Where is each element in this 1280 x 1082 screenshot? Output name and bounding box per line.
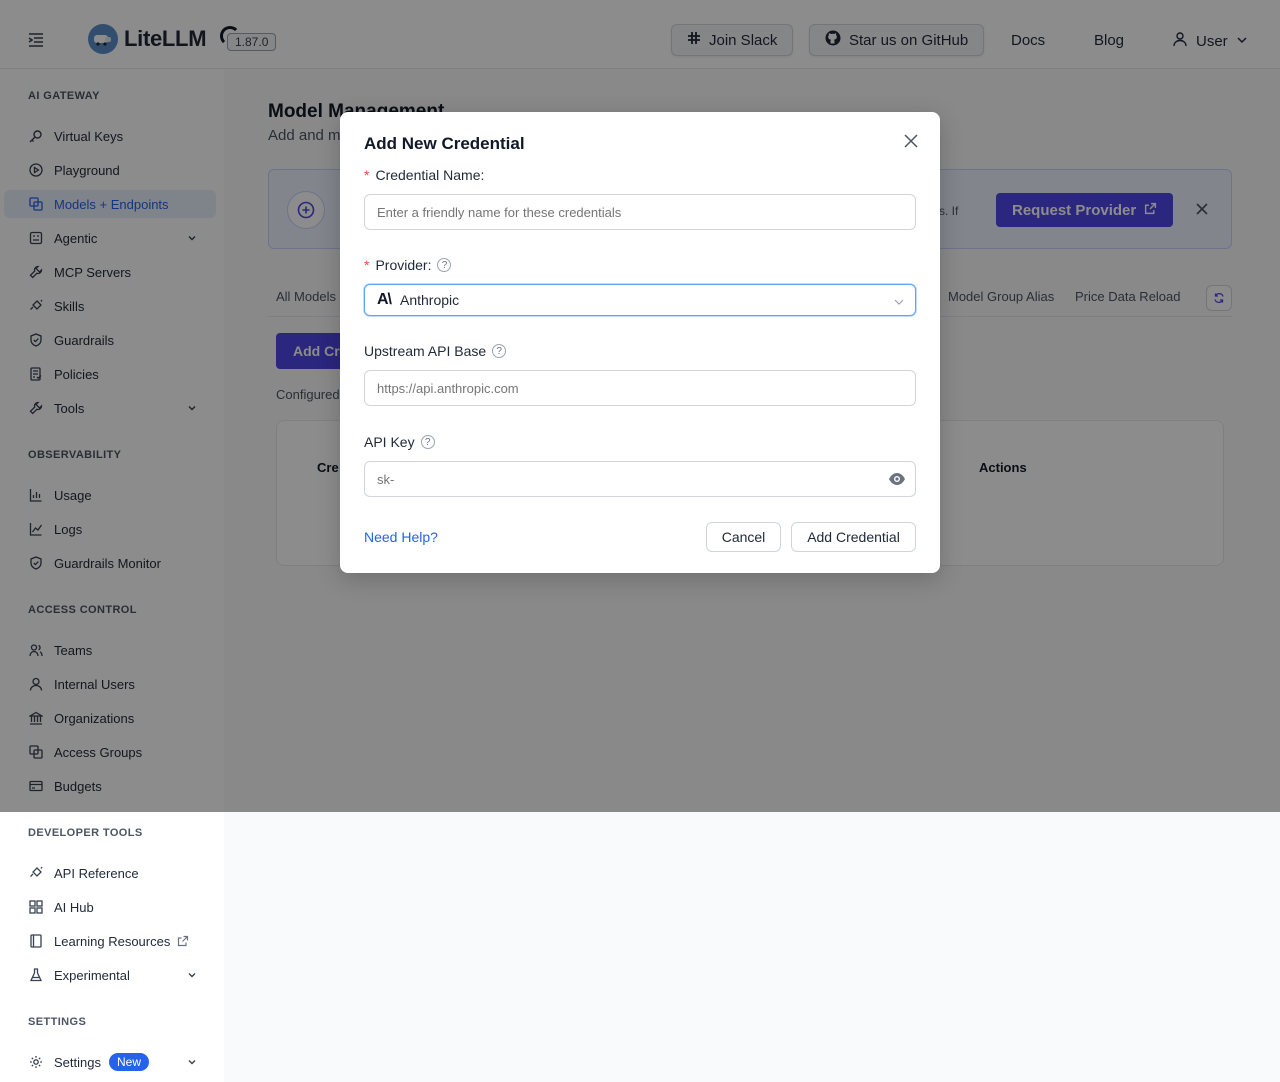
sidebar-item-label: Settings <box>54 1054 101 1070</box>
grid-icon <box>28 899 44 915</box>
sidebar-item-label: Experimental <box>54 967 130 983</box>
provider-label-text: Provider: <box>375 257 432 273</box>
api-base-label-text: Upstream API Base <box>364 343 487 359</box>
close-icon[interactable] <box>902 132 920 150</box>
required-marker: * <box>364 167 370 183</box>
credential-name-input[interactable] <box>364 194 916 230</box>
chevron-down-icon <box>893 295 905 307</box>
api-base-input[interactable] <box>364 370 916 406</box>
add-credential-modal: Add New Credential * Credential Name: * … <box>340 112 940 573</box>
add-credential-submit-button[interactable]: Add Credential <box>791 522 916 552</box>
sidebar-item-settings[interactable]: Settings New <box>4 1048 216 1076</box>
eye-icon[interactable] <box>888 470 906 488</box>
flask-icon <box>28 967 44 983</box>
sidebar-item-label: API Reference <box>54 865 139 881</box>
sidebar-item-ai-hub[interactable]: AI Hub <box>4 893 216 921</box>
provider-select[interactable]: A\ Anthropic <box>364 284 916 316</box>
provider-selected-value: Anthropic <box>400 292 460 308</box>
external-link-icon <box>177 935 189 947</box>
cancel-button[interactable]: Cancel <box>706 522 781 552</box>
sidebar-item-learning-resources[interactable]: Learning Resources <box>4 927 216 955</box>
required-marker: * <box>364 257 370 273</box>
help-icon[interactable]: ? <box>492 344 507 358</box>
help-icon[interactable]: ? <box>437 258 452 272</box>
sidebar-item-api-reference[interactable]: API Reference <box>4 859 216 887</box>
new-badge: New <box>108 1053 149 1071</box>
api-key-input[interactable] <box>364 461 916 497</box>
chevron-down-icon <box>186 1056 198 1068</box>
section-settings: SETTINGS <box>28 1016 87 1028</box>
book-icon <box>28 933 44 949</box>
anthropic-logo-icon: A\ <box>377 291 392 308</box>
chevron-down-icon <box>186 969 198 981</box>
section-developer-tools: DEVELOPER TOOLS <box>28 827 143 839</box>
credential-name-label-text: Credential Name: <box>375 167 485 183</box>
api-key-label: API Key ? <box>364 434 435 450</box>
provider-label: * Provider: ? <box>364 257 452 273</box>
api-icon <box>28 865 44 881</box>
api-key-field-wrapper <box>364 461 916 497</box>
gear-icon <box>28 1054 44 1070</box>
need-help-link[interactable]: Need Help? <box>364 529 438 545</box>
sidebar-item-label: AI Hub <box>54 899 94 915</box>
sidebar-item-label: Learning Resources <box>54 933 171 949</box>
api-key-label-text: API Key <box>364 434 415 450</box>
sidebar-item-experimental[interactable]: Experimental <box>4 961 216 989</box>
api-base-label: Upstream API Base ? <box>364 343 507 359</box>
help-icon[interactable]: ? <box>420 435 435 449</box>
modal-title: Add New Credential <box>364 134 525 153</box>
credential-name-label: * Credential Name: <box>364 167 484 183</box>
